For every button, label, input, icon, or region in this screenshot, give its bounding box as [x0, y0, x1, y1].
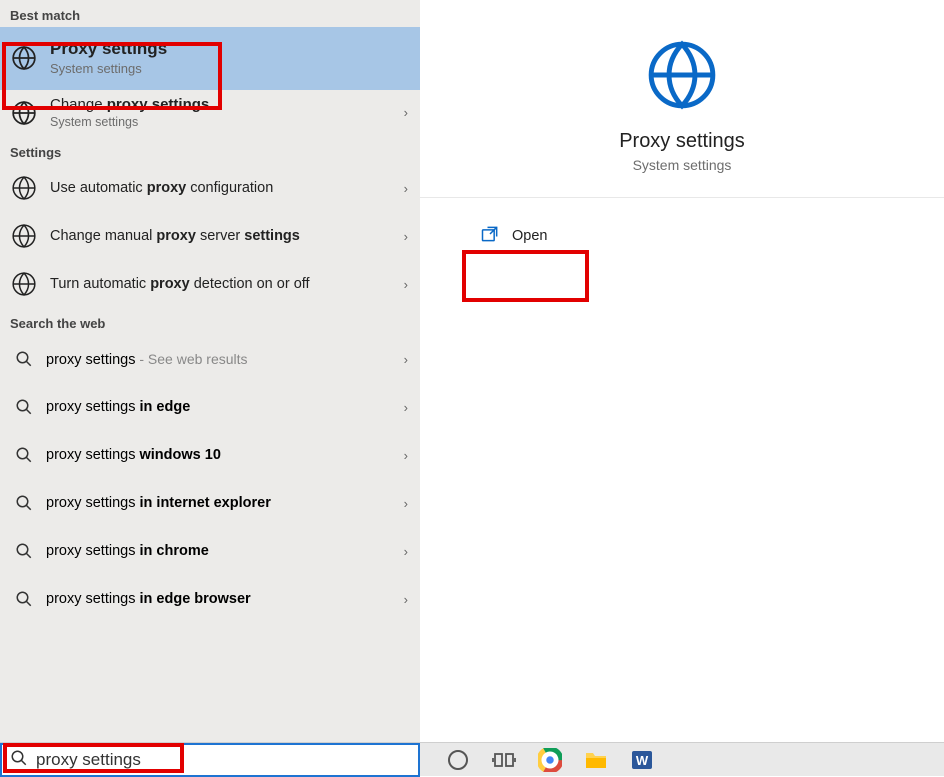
web-item[interactable]: proxy settings windows 10 › [0, 431, 420, 479]
web-item[interactable]: proxy settings in edge › [0, 383, 420, 431]
search-icon [10, 441, 38, 469]
taskbar-icons: W [446, 743, 654, 777]
open-icon [480, 224, 500, 248]
task-view-icon[interactable] [492, 748, 516, 772]
globe-icon [10, 44, 38, 72]
globe-icon [420, 38, 944, 112]
taskbar-search-box[interactable] [0, 743, 420, 777]
globe-icon [10, 174, 38, 202]
chevron-right-icon: › [404, 592, 410, 607]
chevron-right-icon: › [404, 544, 410, 559]
chevron-right-icon: › [404, 496, 410, 511]
settings-item-label: Use automatic proxy configuration [50, 180, 273, 196]
chrome-icon[interactable] [538, 748, 562, 772]
chevron-right-icon: › [404, 448, 410, 463]
preview-pane: Proxy settings System settings Open [420, 0, 944, 742]
web-item-label: proxy settings in edge [46, 399, 190, 415]
chevron-right-icon: › [404, 229, 410, 244]
search-icon [10, 749, 28, 772]
chevron-right-icon: › [404, 181, 410, 196]
best-match-subtitle: System settings [50, 61, 167, 76]
chevron-right-icon: › [404, 400, 410, 415]
search-icon [10, 489, 38, 517]
web-item[interactable]: proxy settings in internet explorer › [0, 479, 420, 527]
search-icon [10, 585, 38, 613]
related-result[interactable]: Change proxy settings System settings › [0, 90, 420, 137]
web-item-label: proxy settings windows 10 [46, 447, 221, 463]
web-item[interactable]: proxy settings in edge browser › [0, 575, 420, 623]
web-item-label: proxy settings in edge browser [46, 591, 251, 607]
search-icon [10, 537, 38, 565]
best-match-title: Proxy settings [50, 39, 167, 59]
web-item-label: proxy settings in internet explorer [46, 495, 271, 511]
web-item-label: proxy settings in chrome [46, 543, 209, 559]
web-item-label: proxy settings - See web results [46, 351, 248, 368]
globe-icon [10, 270, 38, 298]
web-item[interactable]: proxy settings in chrome › [0, 527, 420, 575]
settings-item[interactable]: Change manual proxy server settings › [0, 212, 420, 260]
search-icon [10, 345, 38, 373]
open-label: Open [512, 228, 547, 244]
chevron-right-icon: › [404, 105, 410, 120]
settings-item-label: Turn automatic proxy detection on or off [50, 276, 310, 292]
settings-item[interactable]: Turn automatic proxy detection on or off… [0, 260, 420, 308]
preview-subtitle: System settings [420, 157, 944, 173]
search-results-pane: Best match Proxy settings System setting… [0, 0, 420, 742]
globe-icon [10, 99, 38, 127]
search-input[interactable] [36, 750, 418, 770]
divider [420, 197, 944, 198]
taskbar: W [0, 742, 944, 776]
chevron-right-icon: › [404, 277, 410, 292]
best-match-result[interactable]: Proxy settings System settings [0, 27, 420, 90]
section-header-settings: Settings [0, 137, 420, 164]
section-header-best-match: Best match [0, 0, 420, 27]
related-title: Change proxy settings [50, 96, 209, 113]
search-icon [10, 393, 38, 421]
preview-title: Proxy settings [420, 130, 944, 153]
settings-item-label: Change manual proxy server settings [50, 228, 300, 244]
open-button[interactable]: Open [470, 218, 557, 254]
globe-icon [10, 222, 38, 250]
related-subtitle: System settings [50, 115, 209, 129]
web-item[interactable]: proxy settings - See web results › [0, 335, 420, 383]
section-header-web: Search the web [0, 308, 420, 335]
file-explorer-icon[interactable] [584, 748, 608, 772]
chevron-right-icon: › [404, 352, 410, 367]
word-icon[interactable]: W [630, 748, 654, 772]
settings-item[interactable]: Use automatic proxy configuration › [0, 164, 420, 212]
svg-text:W: W [636, 753, 649, 768]
cortana-icon[interactable] [446, 748, 470, 772]
